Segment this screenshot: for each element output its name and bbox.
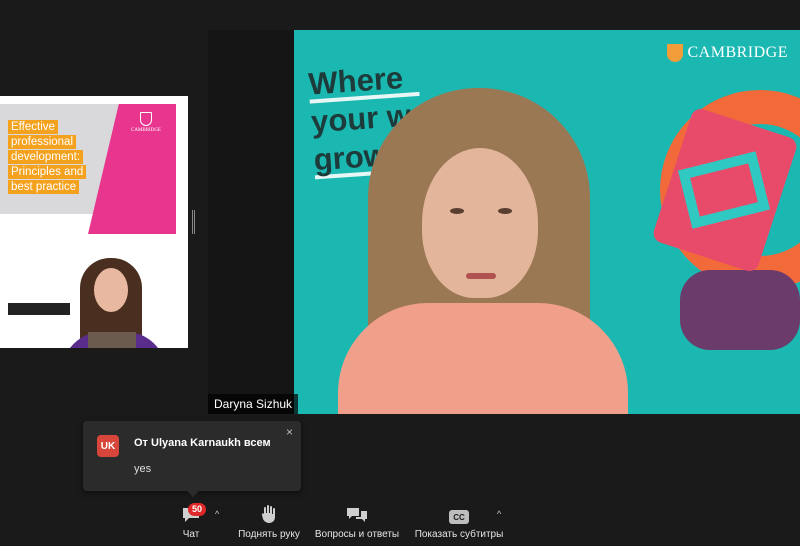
brand-name: CAMBRIDGE <box>687 44 788 61</box>
qa-label: Вопросы и ответы <box>314 529 400 540</box>
hand-icon <box>260 500 278 524</box>
chat-sender: От Ulyana Karnaukh всем <box>134 437 271 449</box>
raise-hand-label: Поднять руку <box>238 529 300 540</box>
table-of-contents <box>8 344 74 348</box>
document-title: Effective professional development: Prin… <box>8 120 87 195</box>
closed-captions-icon: CC <box>449 510 469 524</box>
captions-icon-wrap: CC <box>449 500 469 524</box>
meeting-toolbar: 50 Чат ^ Поднять руку Вопросы и ответы C… <box>0 500 800 546</box>
chat-notification[interactable]: UK От Ulyana Karnaukh всем yes × <box>83 421 301 497</box>
qa-button[interactable]: Вопросы и ответы <box>314 500 400 540</box>
brand-logo: CAMBRIDGE <box>667 44 788 62</box>
speaker-video-tile[interactable]: Where your world grows CAMBRIDGE Daryna … <box>208 30 800 414</box>
chat-options-caret-icon[interactable]: ^ <box>215 509 219 519</box>
title-line: Principles and <box>8 165 87 179</box>
popup-pointer <box>187 491 199 497</box>
decor-shape <box>680 270 800 350</box>
qa-bubbles-icon <box>346 500 368 524</box>
title-line: Effective <box>8 120 58 134</box>
captions-options-caret-icon[interactable]: ^ <box>497 509 501 519</box>
captions-button[interactable]: CC Показать субтитры <box>415 500 503 540</box>
publisher-name: CAMBRIDGE <box>130 128 161 133</box>
chat-message: yes <box>134 463 152 475</box>
title-line: professional <box>8 135 77 149</box>
publisher-logo: CAMBRIDGE <box>126 112 166 133</box>
chat-label: Чат <box>182 529 200 540</box>
panel-resize-handle[interactable] <box>192 210 195 234</box>
cover-photo <box>58 246 168 348</box>
participant-name-label: Daryna Sizhuk <box>208 394 299 414</box>
speaker-person <box>338 88 628 414</box>
captions-label: Показать субтитры <box>414 529 504 540</box>
sender-avatar: UK <box>97 435 119 457</box>
title-line: best practice <box>8 180 80 194</box>
unread-count-badge: 50 <box>188 503 207 516</box>
crest-icon <box>140 112 152 126</box>
crest-icon <box>667 44 684 62</box>
raise-hand-button[interactable]: Поднять руку <box>237 500 301 540</box>
close-icon[interactable]: × <box>286 425 293 439</box>
shared-screen-thumbnail[interactable]: CAMBRIDGE Effective professional develop… <box>0 96 188 348</box>
title-line: development: <box>8 150 84 164</box>
chat-button[interactable]: 50 Чат <box>176 500 207 540</box>
